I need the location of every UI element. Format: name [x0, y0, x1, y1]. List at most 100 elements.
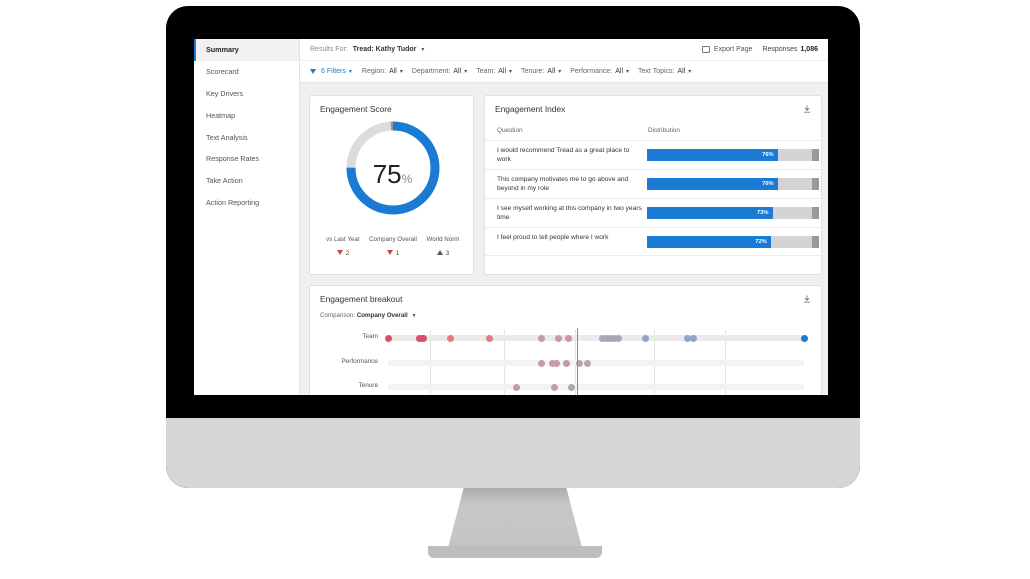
- comparison-company-overall: Company Overall 1: [368, 236, 418, 257]
- monitor-stand-base: [428, 546, 602, 558]
- index-question: I see myself working at this company in …: [497, 205, 642, 222]
- column-header-question: Question: [497, 127, 523, 134]
- filter-value: All: [389, 68, 397, 75]
- chevron-down-icon: ▾: [626, 69, 630, 75]
- chevron-down-icon: ▾: [412, 313, 416, 319]
- triangle-down-icon: [336, 250, 343, 255]
- breakout-row-label: Tenure: [358, 382, 378, 389]
- breakout-row-label: Team: [362, 333, 378, 340]
- breakout-dot[interactable]: [642, 334, 650, 342]
- filter-value: All: [677, 68, 686, 75]
- breakout-dot[interactable]: [555, 334, 563, 342]
- comparison-last-year: vs Last Year 2: [318, 236, 368, 257]
- comparison-delta: 1: [395, 250, 400, 257]
- results-for-value: Tread: Kathy Tudor: [352, 46, 417, 53]
- index-row: I see myself working at this company in …: [485, 198, 821, 227]
- breakout-dot[interactable]: [615, 334, 623, 342]
- index-row: This company motivates me to go above an…: [485, 169, 821, 198]
- column-header-distribution: Distribution: [648, 127, 680, 134]
- filter-funnel-icon: [310, 69, 316, 74]
- index-question: This company motivates me to go above an…: [497, 176, 629, 193]
- distribution-end: [812, 178, 819, 190]
- breakout-dot[interactable]: [446, 334, 454, 342]
- engagement-score-value: 75%: [310, 159, 475, 190]
- chevron-down-icon: ▾: [399, 69, 403, 75]
- engagement-index-title: Engagement Index: [495, 104, 566, 114]
- breakout-dot[interactable]: [538, 334, 546, 342]
- breakout-dot[interactable]: [563, 359, 571, 367]
- score-comparisons: vs Last Year 2 Company Overall 1 World N…: [318, 236, 468, 257]
- distribution-end: [812, 236, 819, 248]
- breakout-dot[interactable]: [550, 383, 558, 391]
- distribution-bar: 76%: [647, 149, 819, 161]
- filter-label: Tenure:: [521, 68, 545, 75]
- breakout-dot[interactable]: [485, 334, 493, 342]
- chevron-down-icon: ▾: [348, 69, 352, 75]
- distribution-end: [812, 207, 819, 219]
- filter-label: Performance:: [570, 68, 613, 75]
- breakout-dot[interactable]: [567, 383, 575, 391]
- comparison-value: Company Overall: [356, 312, 408, 319]
- index-row: I would recommend Tread as a great place…: [485, 140, 821, 169]
- filter-region[interactable]: Region: All ▾: [362, 68, 403, 75]
- breakout-dot[interactable]: [513, 383, 521, 391]
- filter-tenure[interactable]: Tenure: All ▾: [521, 68, 561, 75]
- breakout-dot[interactable]: [420, 334, 428, 342]
- distribution-end: [812, 149, 819, 161]
- results-for-label: Results For:: [310, 46, 348, 53]
- distribution-bar: 76%: [647, 178, 819, 190]
- sidebar-item-response-rates[interactable]: Response Rates: [194, 148, 299, 170]
- engagement-breakout-title: Engagement breakout: [320, 294, 403, 304]
- filter-performance[interactable]: Performance: All ▾: [570, 68, 629, 75]
- score-unit: %: [401, 172, 413, 186]
- breakout-dot[interactable]: [690, 334, 698, 342]
- distribution-fill: 76%: [647, 149, 778, 161]
- breakout-dot[interactable]: [584, 359, 592, 367]
- sidebar-item-summary[interactable]: Summary: [194, 39, 299, 61]
- breakout-track: [388, 384, 804, 390]
- comparison-label: World Norm: [426, 236, 460, 243]
- monitor-chin: [166, 418, 860, 488]
- chevron-down-icon: ▾: [558, 69, 562, 75]
- breakout-dot[interactable]: [538, 359, 546, 367]
- filter-department[interactable]: Department: All ▾: [412, 68, 467, 75]
- filters-toggle[interactable]: 6 Filters ▾: [310, 68, 352, 75]
- comparison-label: vs Last Year: [326, 236, 360, 243]
- monitor-stand-neck: [448, 486, 582, 548]
- sidebar-item-text-analysis[interactable]: Text Analysis: [194, 126, 299, 148]
- printer-icon: [701, 46, 710, 53]
- export-page-button[interactable]: Export Page: [701, 46, 752, 53]
- triangle-down-icon: [386, 250, 393, 255]
- sidebar-item-scorecard[interactable]: Scorecard: [194, 61, 299, 83]
- breakout-dot[interactable]: [800, 334, 808, 342]
- results-for-selector[interactable]: Tread: Kathy Tudor ▾: [353, 46, 425, 53]
- responses-label: Responses: [762, 46, 798, 53]
- comparison-selector[interactable]: Comparison: Company Overall ▾: [320, 312, 415, 319]
- filter-label: Region:: [361, 68, 387, 75]
- sidebar-item-heatmap[interactable]: Heatmap: [194, 104, 299, 126]
- breakout-dot[interactable]: [565, 334, 573, 342]
- filter-label: Team:: [476, 68, 496, 75]
- results-header: Results For: Tread: Kathy Tudor ▾ Export…: [300, 39, 828, 61]
- distribution-fill: 72%: [647, 236, 771, 248]
- sidebar-item-take-action[interactable]: Take Action: [194, 170, 299, 192]
- filters-summary: 6 Filters: [321, 68, 346, 75]
- download-icon[interactable]: [803, 105, 811, 113]
- distribution-fill: 73%: [647, 207, 773, 219]
- triangle-up-icon: [436, 250, 443, 255]
- breakout-dot[interactable]: [384, 334, 392, 342]
- filter-value: All: [615, 68, 624, 75]
- index-question: I would recommend Tread as a great place…: [497, 147, 630, 164]
- download-icon[interactable]: [803, 295, 811, 303]
- sidebar-item-action-reporting[interactable]: Action Reporting: [194, 192, 299, 214]
- comparison-label: Comparison:: [320, 312, 356, 319]
- distribution-fill: 76%: [647, 178, 778, 190]
- comparison-delta: 3: [445, 250, 450, 257]
- sidebar-item-key-drivers[interactable]: Key Drivers: [194, 83, 299, 105]
- breakout-dot[interactable]: [552, 359, 560, 367]
- filter-value: All: [547, 68, 556, 75]
- distribution-bar: 73%: [647, 207, 819, 219]
- breakout-track: [388, 360, 804, 366]
- filter-text-topics[interactable]: Text Topics: All ▾: [638, 68, 691, 75]
- filter-team[interactable]: Team: All ▾: [476, 68, 512, 75]
